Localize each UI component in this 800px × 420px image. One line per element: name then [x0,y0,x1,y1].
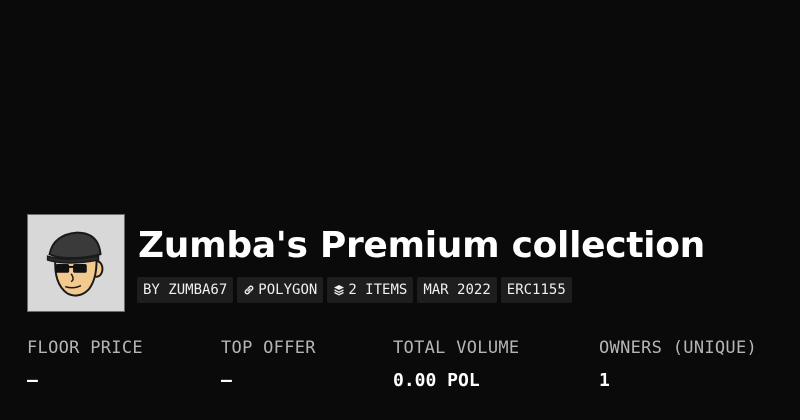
creator-chip-label: BY ZUMBA67 [143,282,228,298]
top-offer-value: — [221,370,232,391]
collection-title: Zumba's Premium collection [138,225,705,266]
top-offer-label: TOP OFFER [221,338,316,358]
bald-man-sunglasses-flatcap-avatar [28,215,124,311]
floor-price-value: — [27,370,38,391]
floor-price-stat: FLOOR PRICE — [27,338,143,391]
total-volume-stat: TOTAL VOLUME 0.00 POL [393,338,519,391]
items-chip-label: 2 ITEMS [348,282,408,298]
link-icon [243,284,255,296]
owners-label: OWNERS (UNIQUE) [599,338,758,358]
total-volume-label: TOTAL VOLUME [393,338,520,358]
date-chip[interactable]: MAR 2022 [417,277,497,303]
items-chip[interactable]: 2 ITEMS [327,277,414,303]
creator-chip[interactable]: BY ZUMBA67 [137,277,234,303]
floor-price-label: FLOOR PRICE [27,338,143,358]
owners-stat: OWNERS (UNIQUE) 1 [599,338,757,391]
top-offer-stat: TOP OFFER — [221,338,316,391]
chain-chip[interactable]: POLYGON [237,277,324,303]
collection-meta-chips: BY ZUMBA67 POLYGON 2 ITEMS MAR 2022 ERC1… [137,277,572,303]
owners-value: 1 [599,370,610,391]
date-chip-label: MAR 2022 [423,282,491,298]
collection-avatar [27,214,125,312]
standard-chip-label: ERC1155 [506,282,566,298]
chain-chip-label: POLYGON [258,282,318,298]
standard-chip[interactable]: ERC1155 [500,277,572,303]
total-volume-value: 0.00 POL [393,370,480,391]
layers-icon [333,284,345,296]
